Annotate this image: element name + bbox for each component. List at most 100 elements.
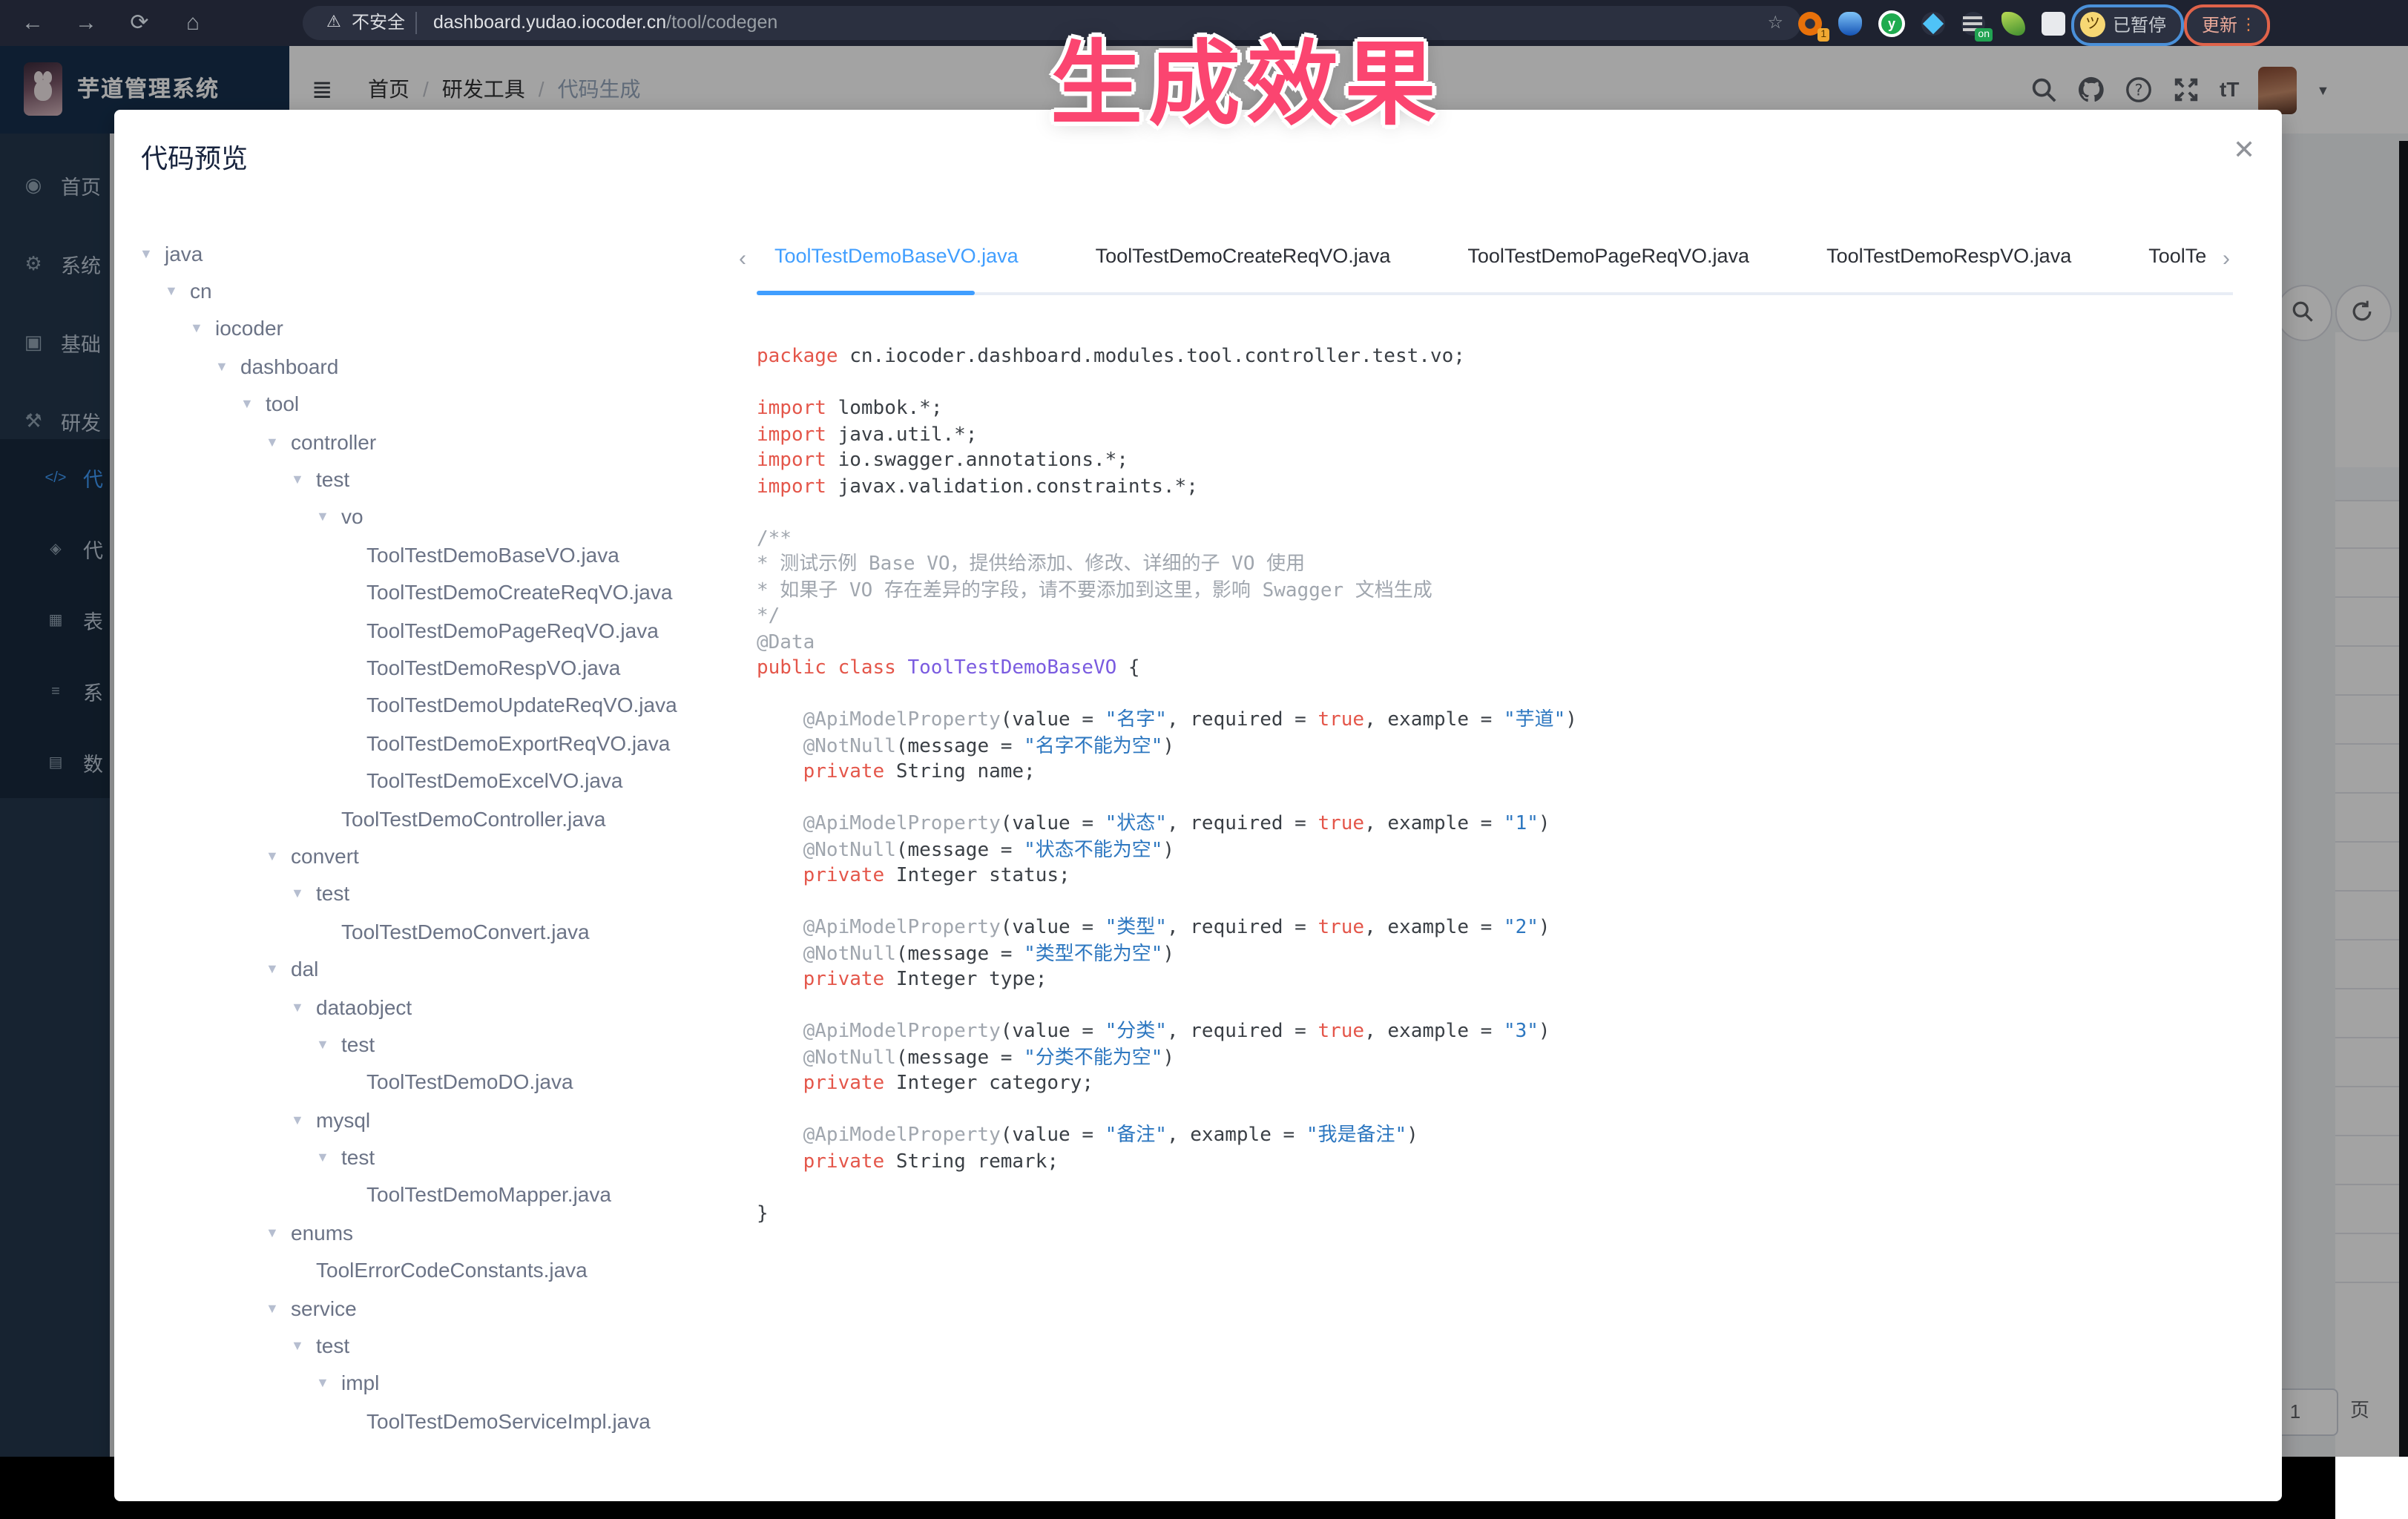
tree-folder[interactable]: ▼test bbox=[134, 1025, 749, 1063]
tree-folder[interactable]: ▼java bbox=[134, 234, 749, 272]
ext-list-icon[interactable]: on bbox=[1961, 11, 1985, 35]
browser-forward-icon[interactable]: → bbox=[68, 0, 104, 46]
code-line: import lombok.*; bbox=[757, 396, 1577, 422]
code-line: @ApiModelProperty(value = "分类", required… bbox=[757, 1019, 1577, 1045]
caret-down-icon: ▼ bbox=[291, 472, 316, 487]
browser-update-button[interactable]: 更新 ⋮ bbox=[2184, 4, 2270, 46]
tree-file[interactable]: ▼ToolTestDemoConvert.java bbox=[134, 912, 749, 950]
ext-orange-icon[interactable]: 1 bbox=[1798, 11, 1822, 35]
browser-back-icon[interactable]: ← bbox=[15, 0, 50, 46]
code-line: * 如果子 VO 存在差异的字段，请不要添加到这里，影响 Swagger 文档生… bbox=[757, 578, 1577, 604]
code-line bbox=[757, 370, 1577, 396]
tree-file[interactable]: ▼ToolTestDemoServiceImpl.java bbox=[134, 1402, 749, 1440]
tree-folder[interactable]: ▼mysql bbox=[134, 1101, 749, 1139]
close-icon[interactable]: ✕ bbox=[2233, 135, 2255, 166]
tree-folder[interactable]: ▼test bbox=[134, 1327, 749, 1365]
tabs-next-icon[interactable]: › bbox=[2223, 246, 2230, 271]
emoji-face-icon: ツ bbox=[2080, 12, 2105, 37]
tree-file[interactable]: ▼ToolTestDemoRespVO.java bbox=[134, 649, 749, 687]
url-text[interactable]: dashboard.yudao.iocoder.cn/tool/codegen bbox=[433, 6, 777, 40]
tabs-prev-icon[interactable]: ‹ bbox=[739, 246, 746, 271]
caret-down-icon: ▼ bbox=[266, 1300, 291, 1315]
browser-reload-icon[interactable]: ⟳ bbox=[122, 0, 157, 46]
tree-folder[interactable]: ▼dashboard bbox=[134, 347, 749, 385]
code-line: import java.util.*; bbox=[757, 422, 1577, 448]
tree-folder[interactable]: ▼enums bbox=[134, 1213, 749, 1251]
tree-folder[interactable]: ▼controller bbox=[134, 423, 749, 461]
tree-folder[interactable]: ▼test bbox=[134, 1139, 749, 1176]
code-line: public class ToolTestDemoBaseVO { bbox=[757, 656, 1577, 682]
tree-folder[interactable]: ▼dataobject bbox=[134, 988, 749, 1026]
code-line bbox=[757, 785, 1577, 811]
code-line: * 测试示例 Base VO，提供给添加、修改、详细的子 VO 使用 bbox=[757, 552, 1577, 578]
ext-greeny-icon[interactable]: y bbox=[1878, 10, 1905, 36]
caret-down-icon: ▼ bbox=[266, 849, 291, 863]
caret-down-icon: ▼ bbox=[316, 1037, 341, 1052]
tree-folder[interactable]: ▼service bbox=[134, 1289, 749, 1327]
code-line bbox=[757, 889, 1577, 915]
code-line: @ApiModelProperty(value = "名字", required… bbox=[757, 708, 1577, 734]
tab-file[interactable]: ToolTestDemoCreateReqVO.java bbox=[1096, 237, 1391, 279]
tree-file[interactable]: ▼ToolTestDemoMapper.java bbox=[134, 1176, 749, 1214]
code-line bbox=[757, 682, 1577, 708]
warning-icon: ⚠ bbox=[326, 6, 341, 40]
ext-blue-icon[interactable] bbox=[1838, 11, 1862, 35]
caret-down-icon: ▼ bbox=[266, 1225, 291, 1240]
tree-file[interactable]: ▼ToolTestDemoController.java bbox=[134, 800, 749, 837]
tree-folder[interactable]: ▼convert bbox=[134, 837, 749, 875]
browser-home-icon[interactable]: ⌂ bbox=[175, 0, 211, 46]
code-line bbox=[757, 993, 1577, 1019]
code-line: @NotNull(message = "名字不能为空") bbox=[757, 734, 1577, 760]
code-line: package cn.iocoder.dashboard.modules.too… bbox=[757, 344, 1577, 370]
tab-file[interactable]: ToolTestDemoBaseVO.java bbox=[774, 237, 1019, 279]
tree-folder[interactable]: ▼test bbox=[134, 461, 749, 498]
browser-menu-dots-icon[interactable]: ⋮ bbox=[2240, 7, 2257, 43]
code-line: private Integer type; bbox=[757, 967, 1577, 993]
caret-down-icon: ▼ bbox=[291, 1112, 316, 1127]
caret-down-icon: ▼ bbox=[316, 1150, 341, 1164]
tree-folder[interactable]: ▼iocoder bbox=[134, 310, 749, 348]
bookmark-star-icon[interactable]: ☆ bbox=[1767, 6, 1783, 40]
ext-diamond-icon[interactable] bbox=[1921, 11, 1945, 35]
tree-file[interactable]: ▼ToolTestDemoExcelVO.java bbox=[134, 762, 749, 800]
tab-file[interactable]: ToolTestDemoRespVO.java bbox=[1826, 237, 2071, 279]
tree-folder[interactable]: ▼dal bbox=[134, 950, 749, 988]
extensions-row: 1 y on bbox=[1798, 6, 2065, 40]
not-secure-label[interactable]: 不安全 bbox=[352, 6, 405, 40]
dialog-title: 代码预览 bbox=[141, 138, 248, 177]
ext-leaf-icon[interactable] bbox=[2001, 11, 2025, 35]
code-preview-dialog: 代码预览 ✕ ▼java▼cn▼iocoder▼dashboard▼tool▼c… bbox=[114, 110, 2282, 1501]
tab-file[interactable]: ToolTe bbox=[2148, 237, 2206, 279]
code-line: import io.swagger.annotations.*; bbox=[757, 448, 1577, 474]
code-viewer: package cn.iocoder.dashboard.modules.too… bbox=[757, 344, 1577, 1227]
tree-folder[interactable]: ▼vo bbox=[134, 498, 749, 536]
tree-folder[interactable]: ▼impl bbox=[134, 1364, 749, 1402]
ext-puzzle-icon[interactable] bbox=[2042, 11, 2065, 35]
tree-folder[interactable]: ▼cn bbox=[134, 272, 749, 310]
code-line: import javax.validation.constraints.*; bbox=[757, 474, 1577, 500]
tree-file[interactable]: ▼ToolTestDemoDO.java bbox=[134, 1063, 749, 1101]
code-line: private Integer category; bbox=[757, 1071, 1577, 1097]
caret-down-icon: ▼ bbox=[266, 961, 291, 976]
tree-folder[interactable]: ▼tool bbox=[134, 385, 749, 423]
code-line: private String name; bbox=[757, 760, 1577, 785]
tree-file[interactable]: ▼ToolTestDemoBaseVO.java bbox=[134, 536, 749, 573]
code-line: @NotNull(message = "类型不能为空") bbox=[757, 941, 1577, 967]
overlay-annotation-text: 生成效果 bbox=[831, 9, 1662, 142]
tree-folder[interactable]: ▼test bbox=[134, 874, 749, 912]
code-line: @NotNull(message = "分类不能为空") bbox=[757, 1045, 1577, 1071]
code-line: private Integer status; bbox=[757, 863, 1577, 889]
caret-down-icon: ▼ bbox=[291, 999, 316, 1014]
code-line bbox=[757, 500, 1577, 526]
tab-file[interactable]: ToolTestDemoPageReqVO.java bbox=[1467, 237, 1749, 279]
caret-down-icon: ▼ bbox=[316, 510, 341, 524]
tree-file[interactable]: ▼ToolTestDemoCreateReqVO.java bbox=[134, 573, 749, 611]
code-line: @ApiModelProperty(value = "类型", required… bbox=[757, 915, 1577, 941]
tree-file[interactable]: ▼ToolTestDemoExportReqVO.java bbox=[134, 724, 749, 762]
caret-down-icon: ▼ bbox=[291, 886, 316, 901]
tabs-track bbox=[757, 292, 2233, 295]
paused-extension-pill[interactable]: ツ 已暂停 bbox=[2071, 4, 2184, 46]
tree-file[interactable]: ▼ToolErrorCodeConstants.java bbox=[134, 1251, 749, 1289]
tree-file[interactable]: ▼ToolTestDemoPageReqVO.java bbox=[134, 611, 749, 649]
tree-file[interactable]: ▼ToolTestDemoUpdateReqVO.java bbox=[134, 686, 749, 724]
